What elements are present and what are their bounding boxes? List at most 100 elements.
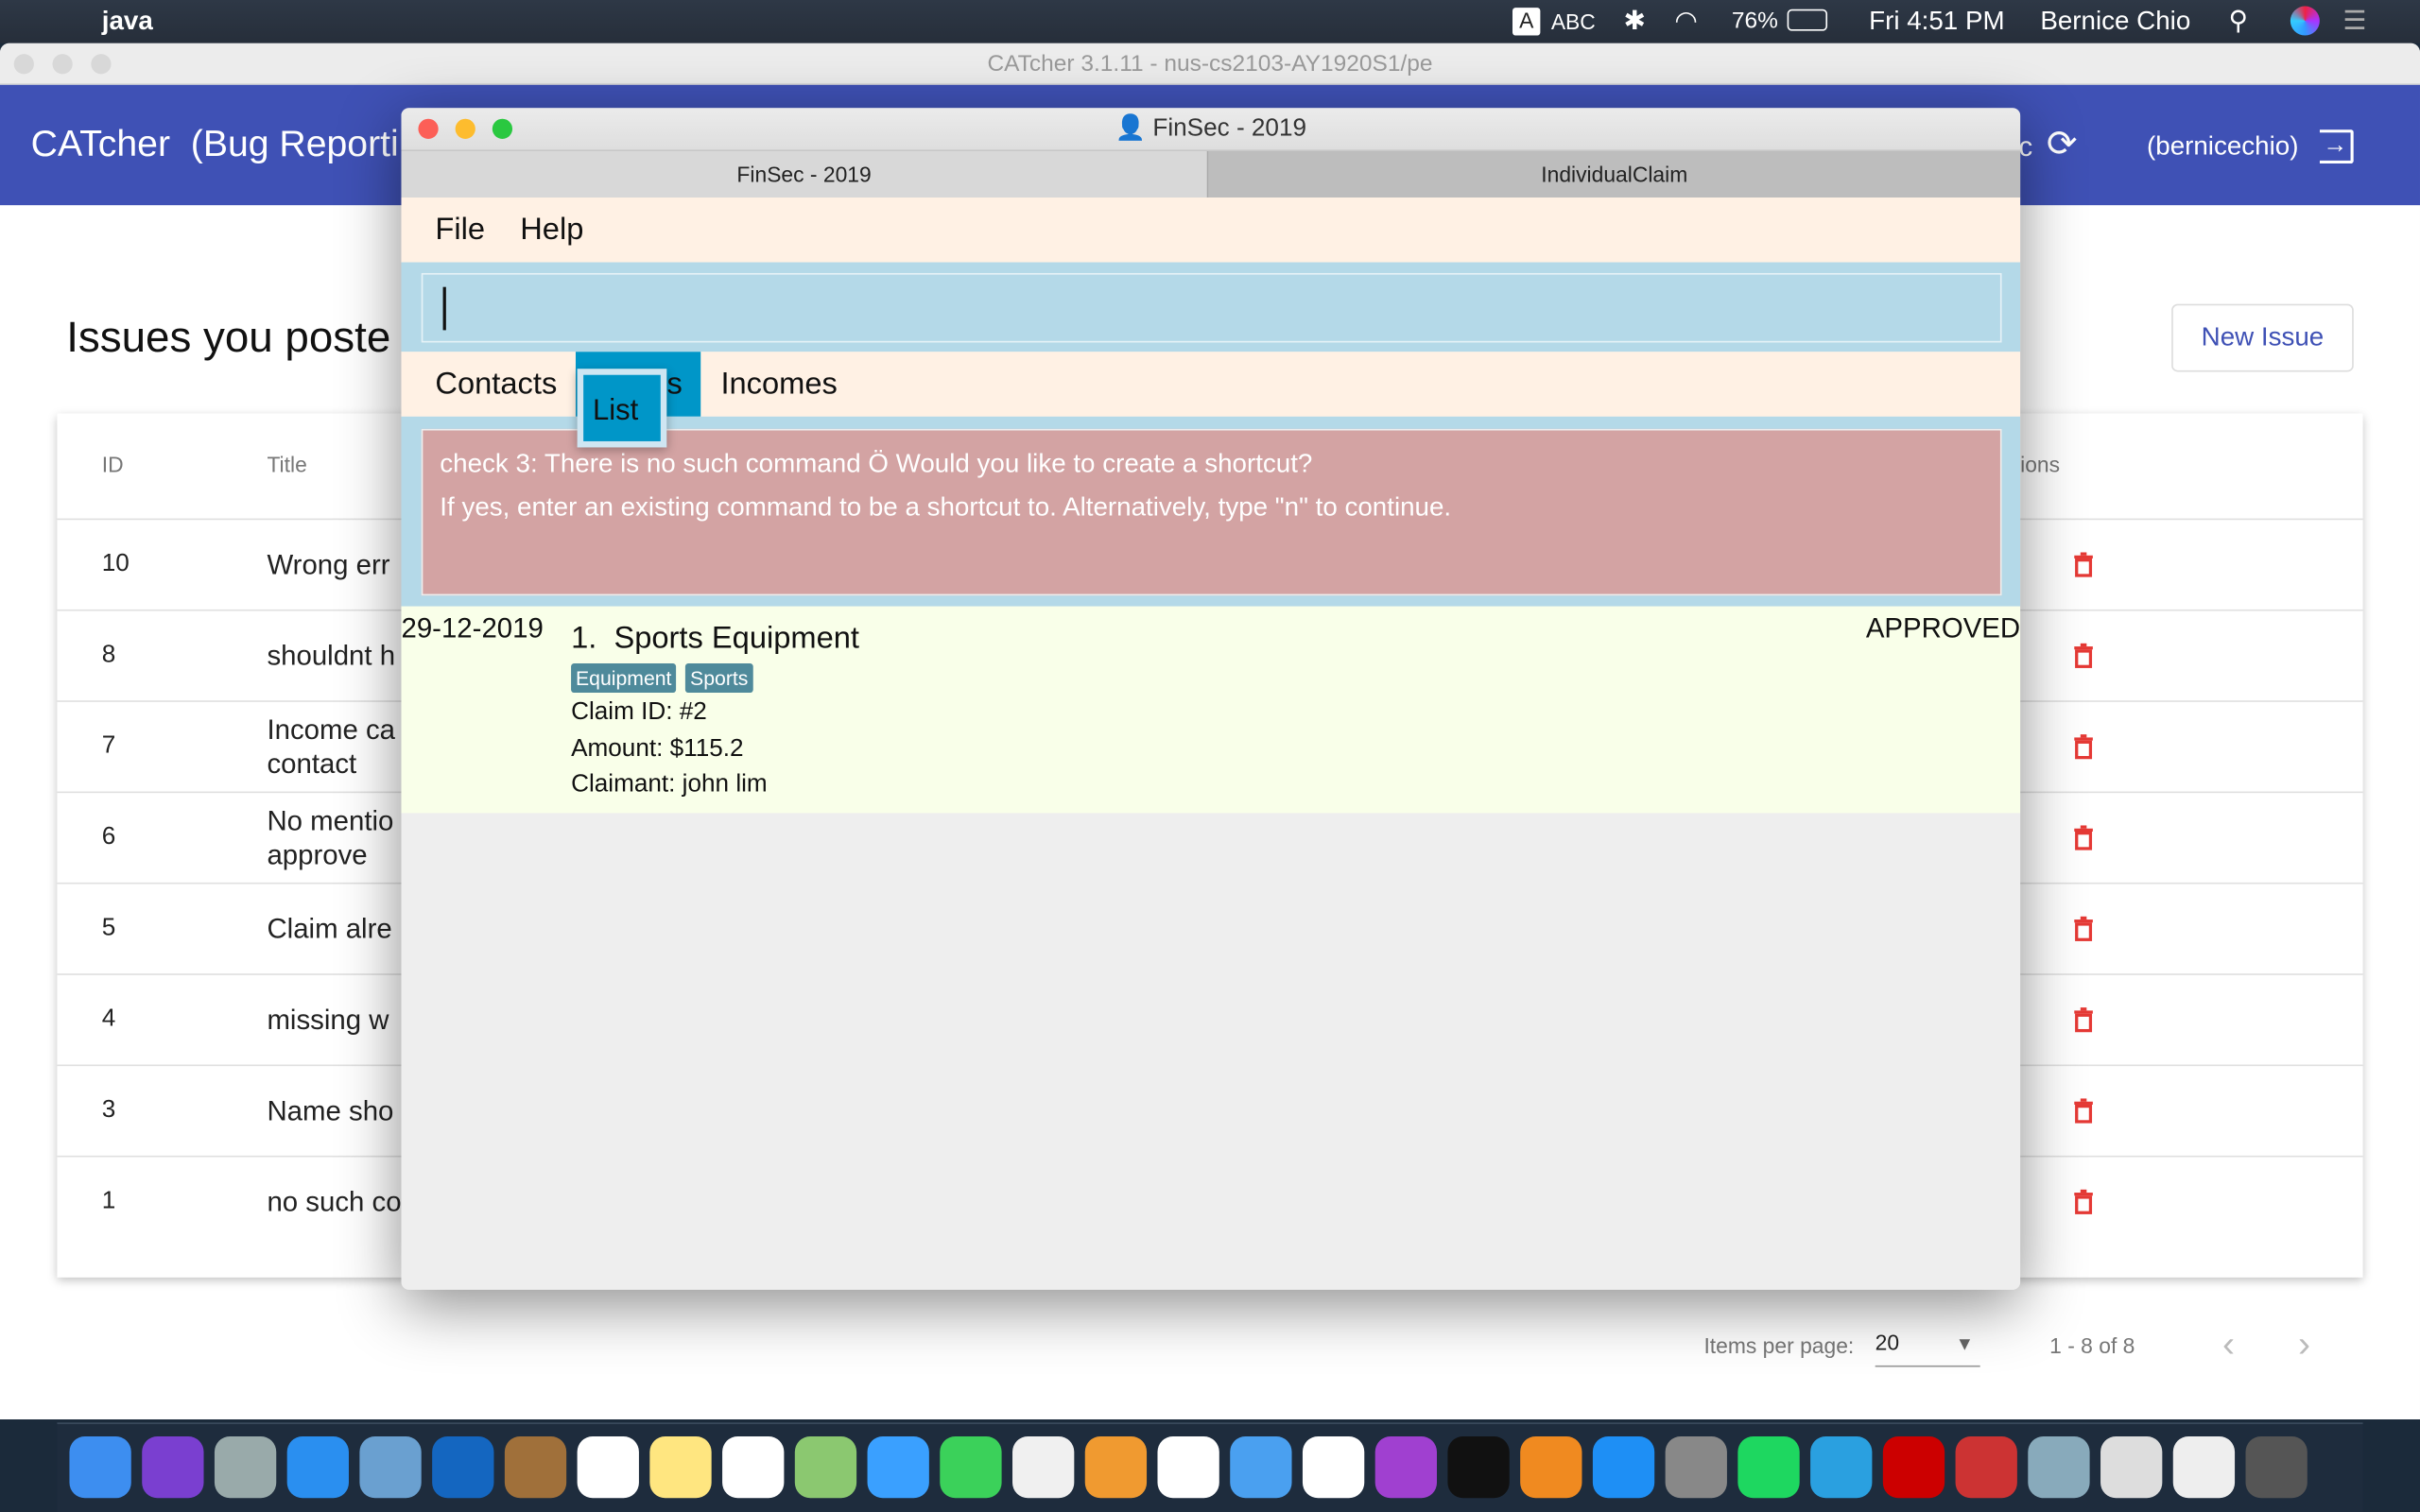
dock-app-icon[interactable] — [1520, 1435, 1582, 1499]
window-tabs: FinSec - 2019 IndividualClaim — [401, 149, 2021, 198]
logout-icon[interactable]: → — [2319, 129, 2354, 164]
previous-page-button[interactable]: ‹ — [2222, 1324, 2235, 1367]
issue-id: 6 — [101, 823, 116, 850]
username-label[interactable]: (bernicechio) — [2147, 131, 2298, 163]
dock-app-icon[interactable] — [504, 1435, 567, 1499]
refresh-icon[interactable]: ⟳ — [2047, 122, 2078, 166]
catcher-titlebar: CATcher 3.1.11 - nus-cs2103-AY1920S1/pe — [0, 43, 2420, 85]
minimize-button[interactable] — [52, 54, 73, 75]
result-line: check 3: There is no such command Ö Woul… — [440, 449, 1313, 479]
dock-app-icon[interactable] — [577, 1435, 639, 1499]
minimize-button[interactable] — [455, 118, 475, 139]
battery-percent: 76% — [1731, 8, 1778, 34]
tab-contacts[interactable]: Contacts — [435, 368, 557, 404]
close-button[interactable] — [13, 54, 34, 75]
dock-app-icon[interactable] — [1084, 1435, 1148, 1499]
delete-icon[interactable] — [2073, 824, 2095, 851]
dock-app-icon[interactable] — [1374, 1435, 1437, 1499]
window-tab-finsec[interactable]: FinSec - 2019 — [401, 150, 1209, 198]
context-menu: List — [577, 369, 667, 448]
dock-app-icon[interactable] — [359, 1435, 422, 1499]
siri-icon[interactable] — [2290, 6, 2320, 36]
dock-app-icon[interactable] — [649, 1435, 712, 1499]
clock[interactable]: Fri 4:51 PM — [1869, 7, 2004, 38]
dock-app-icon[interactable] — [69, 1435, 131, 1499]
dock-app-icon[interactable] — [214, 1435, 277, 1499]
text-caret — [442, 286, 446, 331]
result-display: check 3: There is no such command Ö Woul… — [421, 428, 2002, 596]
window-tab-individualclaim[interactable]: IndividualClaim — [1208, 150, 2021, 198]
menu-file[interactable]: File — [435, 213, 485, 249]
issue-title: No mentio approve — [267, 805, 394, 870]
dock-app-icon[interactable] — [2245, 1435, 2308, 1499]
dock-app-icon[interactable] — [1882, 1435, 1945, 1499]
menu-help[interactable]: Help — [520, 213, 583, 249]
battery-icon[interactable] — [1787, 9, 1828, 31]
claim-date: 29-12-2019 — [401, 612, 544, 644]
dock-app-icon[interactable] — [1592, 1435, 1655, 1499]
dock-app-icon[interactable] — [794, 1435, 857, 1499]
zoom-button[interactable] — [91, 54, 112, 75]
wifi-icon[interactable]: ◠ — [1674, 7, 1697, 38]
dock-app-icon[interactable] — [722, 1435, 785, 1499]
delete-icon[interactable] — [2073, 551, 2095, 578]
page-size-value: 20 — [1875, 1330, 1900, 1355]
column-header-id[interactable]: ID — [102, 452, 124, 476]
column-header-title[interactable]: Title — [267, 452, 306, 476]
dock-app-icon[interactable] — [1955, 1435, 2017, 1499]
delete-icon[interactable] — [2073, 1097, 2095, 1125]
command-area — [401, 262, 2021, 352]
dock-app-icon[interactable] — [1810, 1435, 1873, 1499]
dock-app-icon[interactable] — [1230, 1435, 1292, 1499]
tab-incomes[interactable]: Incomes — [720, 368, 837, 404]
input-source-icon[interactable]: A — [1512, 8, 1541, 36]
finsec-titlebar: 👤 FinSec - 2019 — [401, 108, 2021, 150]
tag: Equipment — [571, 663, 677, 694]
caret-down-icon: ▼ — [1955, 1332, 1974, 1355]
dock-app-icon[interactable] — [432, 1435, 494, 1499]
page-size-select[interactable]: 20 ▼ — [1875, 1330, 1980, 1367]
menu-bar: File Help — [401, 197, 2021, 263]
dock-app-icon[interactable] — [1012, 1435, 1075, 1499]
next-page-button[interactable]: › — [2298, 1324, 2310, 1367]
dock-app-icon[interactable] — [1302, 1435, 1365, 1499]
input-source-label: ABC — [1550, 9, 1596, 34]
delete-icon[interactable] — [2073, 642, 2095, 669]
claim-title: 1. Sports Equipment — [571, 621, 860, 656]
bluetooth-icon[interactable]: ✱ — [1624, 7, 1646, 38]
dock-app-icon[interactable] — [142, 1435, 204, 1499]
spotlight-icon[interactable]: ⚲ — [2229, 7, 2248, 38]
zoom-button[interactable] — [492, 118, 513, 139]
delete-icon[interactable] — [2073, 915, 2095, 942]
dock-app-icon[interactable] — [286, 1435, 349, 1499]
notification-center-icon[interactable]: ☰ — [2342, 7, 2366, 38]
delete-icon[interactable] — [2073, 1188, 2095, 1215]
issue-title: Name sho — [267, 1095, 394, 1126]
delete-icon[interactable] — [2073, 1005, 2095, 1033]
dock-app-icon[interactable] — [2100, 1435, 2163, 1499]
dock-app-icon[interactable] — [2172, 1435, 2236, 1499]
claim-card[interactable]: 29-12-2019 1. Sports Equipment Equipment… — [401, 606, 2021, 814]
new-issue-button[interactable]: New Issue — [2171, 303, 2354, 372]
user-name[interactable]: Bernice Chio — [2040, 7, 2190, 38]
command-input[interactable] — [421, 272, 2002, 343]
dock-app-icon[interactable] — [1737, 1435, 1800, 1499]
dock-app-icon[interactable] — [867, 1435, 929, 1499]
active-app-name[interactable]: java — [102, 7, 153, 38]
items-per-page-label: Items per page: — [1703, 1332, 1855, 1358]
close-button[interactable] — [418, 118, 439, 139]
dock-app-icon[interactable] — [1665, 1435, 1727, 1499]
issue-id: 4 — [101, 1005, 116, 1033]
dock-app-icon[interactable] — [1157, 1435, 1219, 1499]
column-header-actions: ions — [2020, 452, 2061, 477]
window-title: FinSec - 2019 — [1152, 115, 1307, 143]
claim-tags: Equipment Sports — [571, 663, 762, 694]
dock-app-icon[interactable] — [1447, 1435, 1510, 1499]
issue-title: missing w — [267, 1004, 389, 1036]
delete-icon[interactable] — [2073, 733, 2095, 761]
dock-app-icon[interactable] — [940, 1435, 1002, 1499]
issue-id: 3 — [101, 1096, 116, 1124]
issue-id: 8 — [101, 642, 116, 668]
dock-app-icon[interactable] — [2028, 1435, 2090, 1499]
menu-item-list[interactable]: List — [583, 374, 661, 441]
